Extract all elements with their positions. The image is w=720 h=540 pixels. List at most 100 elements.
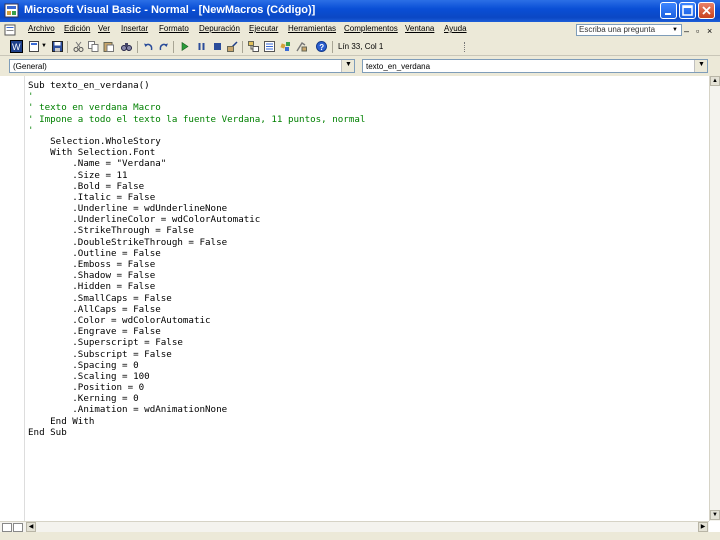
code-line: .Underline = wdUnderlineNone	[28, 203, 228, 215]
code-line: .Spacing = 0	[28, 359, 139, 371]
scroll-up-icon[interactable]: ▲	[710, 76, 720, 86]
code-line: .Hidden = False	[28, 281, 156, 293]
toolbar-separator	[332, 41, 333, 53]
menu-ventana[interactable]: Ventana	[405, 24, 434, 33]
ask-dropdown-icon[interactable]: ▼	[672, 27, 678, 33]
code-line: .UnderlineColor = wdColorAutomatic	[28, 214, 261, 226]
cursor-position-label: Lín 33, Col 1	[338, 42, 384, 51]
code-line: .Superscript = False	[28, 337, 183, 349]
paste-icon[interactable]	[103, 41, 114, 52]
code-lines: Sub texto_en_verdana() ' ' texto en verdan…	[28, 80, 365, 438]
object-combo[interactable]: (General) ▼	[9, 59, 355, 73]
close-icon	[702, 6, 711, 15]
doc-minimize-icon[interactable]: –	[684, 26, 689, 36]
menu-ejecutar[interactable]: Ejecutar	[249, 24, 278, 33]
design-mode-icon[interactable]	[227, 41, 238, 52]
code-comment-line: '	[28, 91, 34, 103]
status-strip	[0, 532, 720, 540]
doc-restore-icon[interactable]: ▫	[696, 26, 699, 36]
toolbar-separator	[67, 41, 68, 53]
code-line: .Name = "Verdana"	[28, 158, 167, 170]
menu-ver[interactable]: Ver	[98, 24, 110, 33]
code-comment-line: '	[28, 124, 34, 136]
menu-insertar[interactable]: Insertar	[121, 24, 148, 33]
menu-formato[interactable]: Formato	[159, 24, 189, 33]
chevron-down-icon: ▼	[698, 61, 705, 68]
cut-icon[interactable]	[73, 41, 84, 52]
code-line: .Shadow = False	[28, 270, 156, 282]
doc-close-icon[interactable]: ×	[707, 26, 712, 36]
toolbar-separator	[137, 41, 138, 53]
code-line: .Bold = False	[28, 180, 145, 192]
object-combo-button[interactable]: ▼	[341, 60, 354, 72]
code-comment-line: ' Impone a todo el texto la fuente Verda…	[28, 113, 366, 125]
svg-text:?: ?	[319, 43, 324, 52]
code-line: .Scaling = 100	[28, 370, 150, 382]
code-comment-line: ' texto en verdana Macro	[28, 102, 161, 114]
menu-herramientas[interactable]: Herramientas	[288, 24, 336, 33]
svg-text:W: W	[12, 42, 21, 52]
code-line: .Kerning = 0	[28, 393, 139, 405]
code-line: .AllCaps = False	[28, 303, 161, 315]
code-line: .Color = wdColorAutomatic	[28, 314, 211, 326]
menu-edicion[interactable]: Edición	[64, 24, 90, 33]
reset-icon[interactable]	[212, 41, 223, 52]
menu-ayuda[interactable]: Ayuda	[444, 24, 467, 33]
project-explorer-icon[interactable]	[248, 41, 259, 52]
procedure-combo[interactable]: texto_en_verdana ▼	[362, 59, 708, 73]
margin-indicator-bar[interactable]	[0, 76, 25, 521]
undo-icon[interactable]	[143, 41, 154, 52]
menu-complementos[interactable]: Complementos	[344, 24, 398, 33]
code-line: .Outline = False	[28, 247, 161, 259]
scroll-down-icon[interactable]: ▼	[710, 510, 720, 520]
code-editor[interactable]: Sub texto_en_verdana() ' ' texto en verdan…	[0, 76, 709, 521]
code-line: .DoubleStrikeThrough = False	[28, 236, 228, 248]
procedure-combo-value: texto_en_verdana	[366, 62, 431, 71]
code-window-header: (General) ▼ texto_en_verdana ▼	[0, 56, 720, 76]
restore-button[interactable]	[679, 2, 696, 19]
chevron-down-icon: ▼	[345, 61, 352, 68]
find-icon[interactable]	[121, 41, 132, 52]
menu-archivo[interactable]: Archivo	[28, 24, 55, 33]
ask-question-box[interactable]: Escriba una pregunta	[576, 24, 682, 36]
minimize-button[interactable]	[660, 2, 677, 19]
code-line: .Size = 11	[28, 169, 128, 181]
restore-icon	[682, 5, 693, 16]
object-browser-icon[interactable]	[280, 41, 291, 52]
procedure-combo-button[interactable]: ▼	[694, 60, 707, 72]
toolbar-separator	[173, 41, 174, 53]
full-module-view-icon[interactable]	[13, 523, 23, 532]
procedure-view-icon[interactable]	[2, 523, 12, 532]
vertical-scrollbar[interactable]: ▲ ▼	[709, 76, 720, 521]
scroll-left-icon[interactable]: ◀	[26, 522, 36, 532]
document-icon[interactable]	[4, 24, 16, 36]
code-line: Sub texto_en_verdana()	[28, 80, 150, 91]
word-icon[interactable]: W	[10, 40, 23, 53]
code-line: .Subscript = False	[28, 348, 172, 360]
insert-module-icon[interactable]	[29, 41, 40, 52]
code-line: .Italic = False	[28, 191, 156, 203]
copy-icon[interactable]	[88, 41, 99, 52]
code-line: End With	[28, 415, 95, 427]
code-line: .StrikeThrough = False	[28, 225, 194, 237]
break-icon[interactable]	[196, 41, 207, 52]
horizontal-scrollbar[interactable]: ◀ ▶	[0, 521, 709, 532]
code-line: .Emboss = False	[28, 259, 156, 270]
scroll-right-icon[interactable]: ▶	[698, 522, 708, 532]
redo-icon[interactable]	[158, 41, 169, 52]
close-button[interactable]	[698, 2, 715, 19]
code-line: .SmallCaps = False	[28, 292, 172, 304]
standard-toolbar: W ▼ ? Lín 33, Col 1	[0, 38, 720, 56]
run-icon[interactable]	[179, 41, 190, 52]
insert-dropdown-icon[interactable]: ▼	[41, 43, 47, 49]
save-icon[interactable]	[52, 41, 63, 52]
menu-depuracion[interactable]: Depuración	[199, 24, 240, 33]
toolbar-grip[interactable]	[464, 42, 469, 52]
window-title: Microsoft Visual Basic - Normal - [NewMa…	[24, 4, 316, 16]
help-icon[interactable]: ?	[316, 41, 327, 52]
properties-icon[interactable]	[264, 41, 275, 52]
title-bar: Microsoft Visual Basic - Normal - [NewMa…	[0, 0, 720, 22]
toolbar-separator	[242, 41, 243, 53]
toolbox-icon[interactable]	[296, 41, 307, 52]
minimize-icon	[665, 13, 671, 15]
